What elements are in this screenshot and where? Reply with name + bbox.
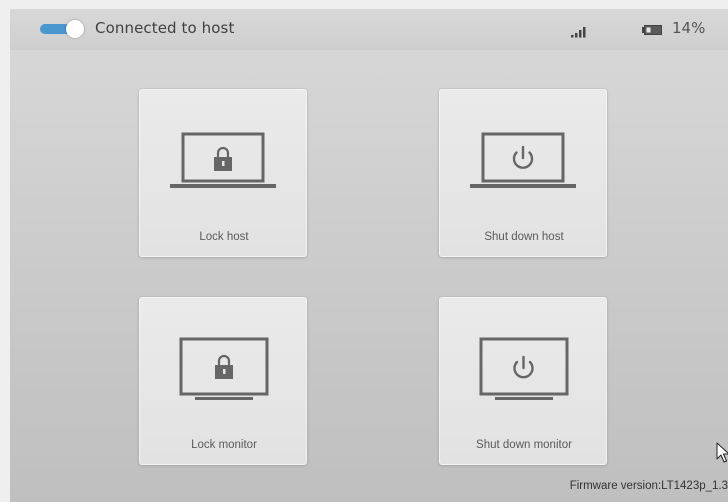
- battery-icon: [642, 25, 662, 35]
- shut-down-monitor-label: Shut down monitor: [476, 439, 572, 451]
- laptop-power-icon: [470, 132, 576, 188]
- laptop-lock-icon: [170, 132, 276, 188]
- battery-percentage: 14%: [672, 19, 706, 37]
- monitor-lock-icon: [179, 337, 269, 400]
- shut-down-host-label: Shut down host: [484, 231, 564, 243]
- lock-host-button[interactable]: Lock host: [139, 89, 307, 257]
- shut-down-host-button[interactable]: Shut down host: [439, 89, 607, 257]
- firmware-version: Firmware version:LT1423p_1.3: [569, 480, 728, 492]
- lock-monitor-button[interactable]: Lock monitor: [139, 297, 307, 465]
- lock-host-label: Lock host: [199, 231, 249, 243]
- shut-down-monitor-button[interactable]: Shut down monitor: [439, 297, 607, 465]
- mouse-pointer-icon: [716, 442, 728, 463]
- lock-monitor-label: Lock monitor: [191, 439, 257, 451]
- status-bar: Connected to host 14%: [10, 9, 728, 49]
- toggle-knob: [66, 20, 84, 38]
- remote-control-screen: Connected to host 14% Lock host Shut dow…: [10, 9, 728, 502]
- connection-status-label: Connected to host: [95, 19, 235, 37]
- connection-toggle[interactable]: [40, 20, 84, 38]
- signal-bars-icon: [571, 27, 586, 38]
- monitor-power-icon: [479, 337, 569, 400]
